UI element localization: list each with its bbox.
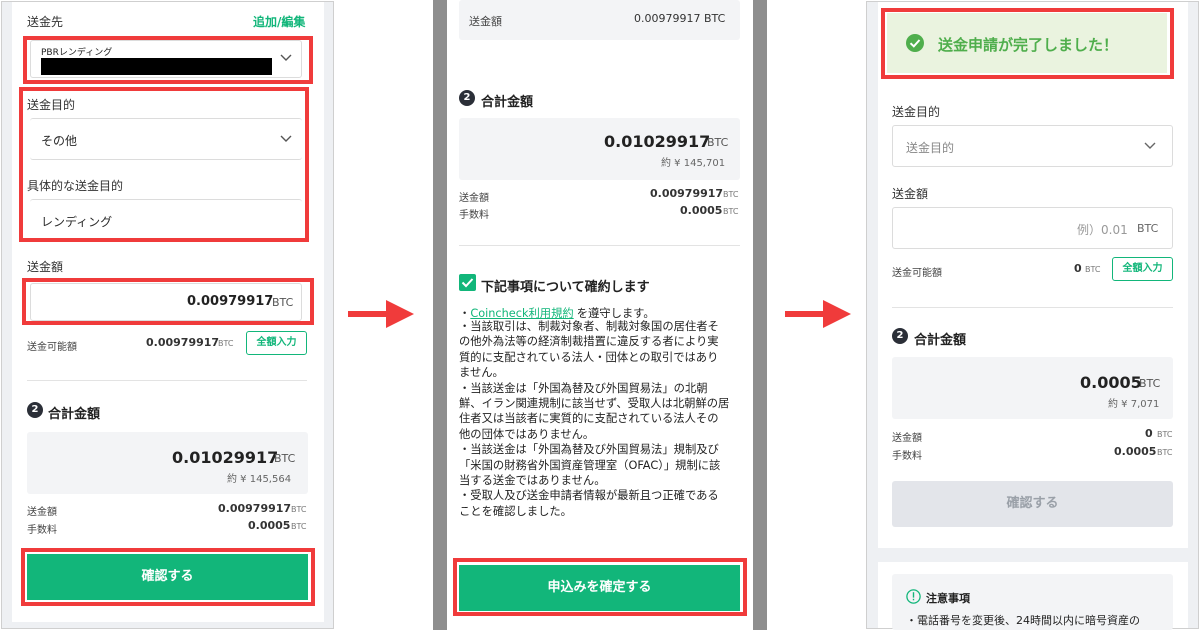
- fee-value: 0.0005: [248, 519, 291, 532]
- available-unit: BTC: [1085, 265, 1101, 274]
- notice-line: ません。: [459, 366, 504, 380]
- available-label: 送金可能額: [27, 342, 77, 353]
- send-amount-unit: BTC: [723, 190, 739, 199]
- section-divider: [892, 307, 1173, 308]
- info-icon: [906, 589, 921, 604]
- send-amount-value: 0.00979917: [218, 502, 292, 515]
- send-amount-label: 送金額: [27, 507, 57, 518]
- fee-label: 手数料: [27, 525, 57, 536]
- total-heading: 合計金額: [481, 95, 534, 110]
- notice-line: 当する送金ではありません。: [459, 474, 606, 488]
- checkbox-checked-icon[interactable]: [459, 274, 476, 291]
- fill-all-button[interactable]: 全額入力: [246, 331, 307, 355]
- fee-value: 0.0005: [1114, 445, 1157, 458]
- send-amount-label: 送金額: [459, 193, 489, 204]
- fee-label: 手数料: [892, 451, 922, 462]
- chevron-down-icon: [1144, 142, 1156, 149]
- total-jpy: 約 ¥ 7,071: [1108, 399, 1160, 410]
- amount-label: 送金額: [27, 260, 64, 274]
- total-heading: 合計金額: [48, 407, 101, 422]
- total-jpy: 約 ¥ 145,564: [227, 474, 292, 485]
- arrow-right-icon: [348, 300, 414, 328]
- notice-line: ・当該取引は、制裁対象者、制裁対象国の居住者そ: [459, 320, 719, 333]
- total-unit: BTC: [274, 452, 296, 465]
- notice-line: ・当該送金は「外国為替及び外国貿易法」規制及び: [459, 443, 719, 457]
- highlight-amount: [22, 278, 314, 325]
- total-value: 0.01029917: [604, 132, 711, 151]
- notes-title: 注意事項: [926, 592, 970, 605]
- notice-line: 鮮、イラン関連規制に該当せず、受取人は北朝鮮の居: [459, 397, 730, 411]
- top-send-value: 0.00979917 BTC: [634, 12, 726, 25]
- amount-unit: BTC: [1137, 222, 1159, 235]
- add-edit-link[interactable]: 追加/編集: [253, 13, 305, 30]
- agree-heading: 下記事項について確約します: [481, 280, 650, 295]
- amount-label: 送金額: [892, 187, 929, 201]
- notice-line: ・当該送金は「外国為替及び外国貿易法」の北朝: [459, 381, 708, 395]
- available-label: 送金可能額: [892, 268, 942, 279]
- purpose-label: 送金目的: [892, 105, 941, 119]
- send-amount-value: 0.00979917: [650, 187, 724, 200]
- amount-input[interactable]: [892, 207, 1173, 249]
- section-divider: [27, 380, 307, 381]
- send-amount-unit: BTC: [291, 505, 307, 514]
- total-unit: BTC: [707, 136, 729, 149]
- notice-line: の他外為法等の経済制裁措置に違反する者により実: [459, 335, 719, 349]
- notice-line: 他の団体ではありません。: [459, 427, 595, 441]
- step-number-badge: 2: [27, 402, 43, 418]
- highlight-success: [881, 8, 1174, 79]
- send-amount-value: 0: [1145, 427, 1153, 440]
- send-amount-label: 送金額: [892, 433, 922, 444]
- highlight-recipient: [23, 36, 313, 84]
- total-value: 0.01029917: [172, 448, 279, 467]
- purpose-placeholder: 送金目的: [906, 141, 955, 155]
- recipient-label: 送金先: [27, 15, 64, 29]
- total-value: 0.0005: [1080, 373, 1142, 392]
- notice-line: ・受取人及び送金申請者情報が最新且つ正確である: [459, 489, 719, 503]
- highlight-confirm: [21, 548, 315, 606]
- step-number-badge: 2: [892, 328, 908, 344]
- fee-unit: BTC: [291, 522, 307, 531]
- panel-complete: [866, 1, 1199, 629]
- notice-line: 住者又は当該者に実質的に支配されている法人その: [459, 412, 719, 426]
- fee-unit: BTC: [723, 207, 739, 216]
- top-send-label: 送金額: [469, 15, 502, 28]
- highlight-submit: [453, 558, 747, 616]
- available-value: 0: [1074, 262, 1082, 275]
- total-jpy: 約 ¥ 145,701: [661, 158, 726, 169]
- notes-line: ・電話番号を変更後、24時間以内に暗号資産の: [906, 614, 1140, 627]
- step-number-badge: 2: [459, 90, 475, 106]
- section-divider: [459, 245, 740, 246]
- notice-line: 質的に支配されている法人・団体との取引ではあり: [459, 350, 719, 364]
- fill-all-button[interactable]: 全額入力: [1112, 257, 1173, 281]
- highlight-purpose: [19, 87, 309, 242]
- fee-unit: BTC: [1157, 448, 1173, 457]
- notice-line: 「米国の財務省外国資産管理室（OFAC）」規制に該: [459, 458, 721, 472]
- confirm-button-disabled[interactable]: 確認する: [892, 481, 1173, 527]
- total-heading: 合計金額: [914, 333, 967, 348]
- send-amount-unit: BTC: [1157, 430, 1173, 439]
- notice-line: ことを確認しました。: [459, 504, 572, 518]
- amount-placeholder: 例）0.01: [1077, 223, 1128, 237]
- notice-list: ・当該取引は、制裁対象者、制裁対象国の居住者そ の他外為法等の経済制裁措置に違反…: [459, 319, 739, 519]
- arrow-right-icon: [785, 300, 851, 328]
- total-unit: BTC: [1139, 377, 1161, 390]
- available-unit: BTC: [218, 339, 234, 348]
- available-value: 0.00979917: [146, 336, 220, 349]
- fee-label: 手数料: [459, 210, 489, 221]
- fee-value: 0.0005: [680, 204, 723, 217]
